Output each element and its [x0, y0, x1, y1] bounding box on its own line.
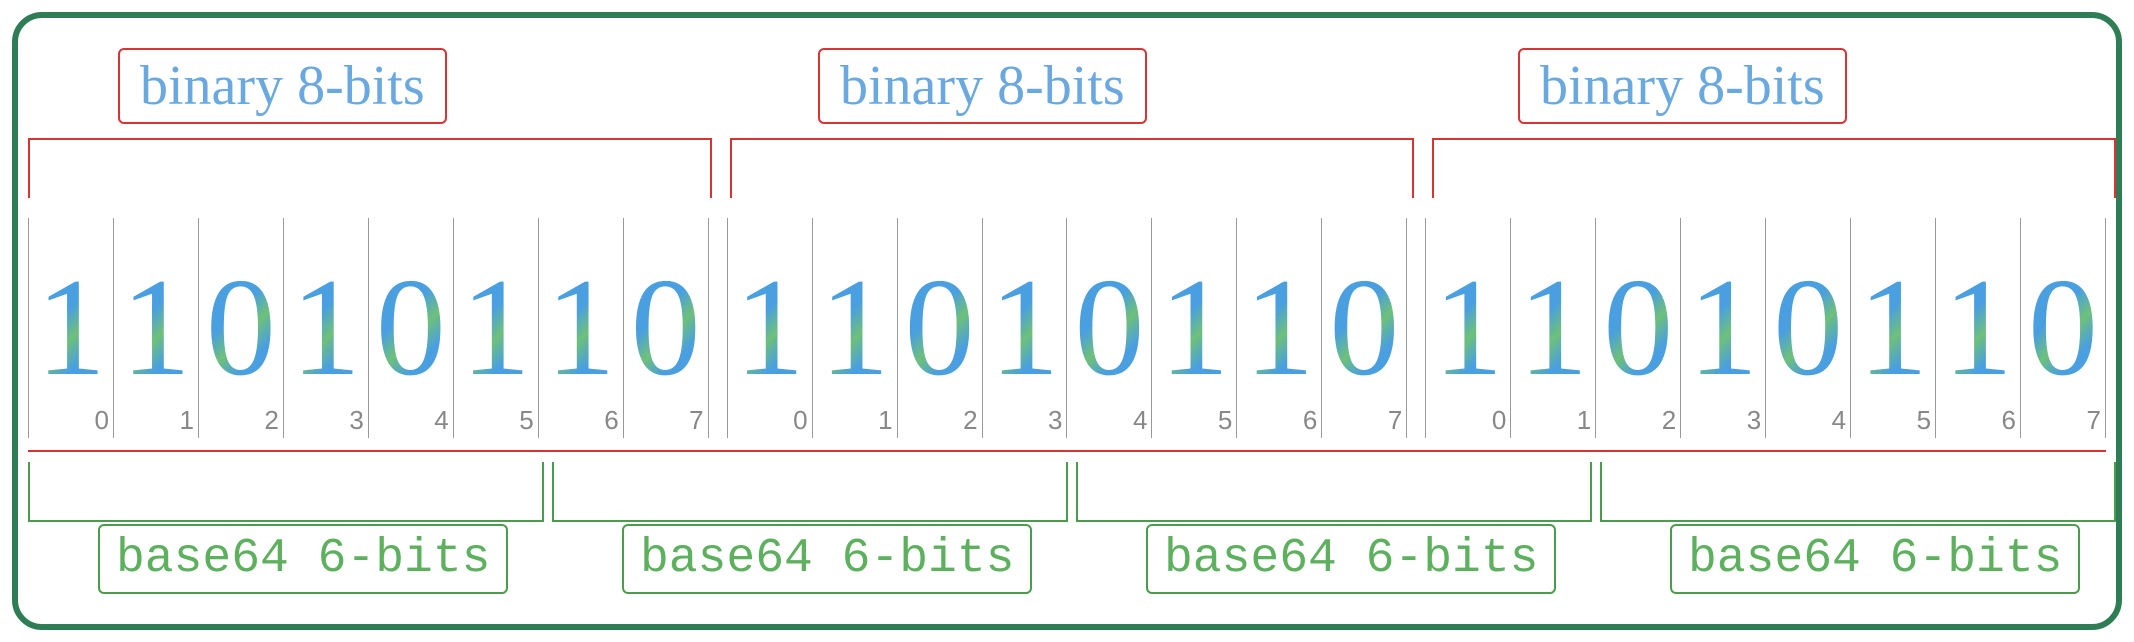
- byte-label-0: binary 8-bits: [118, 48, 447, 124]
- bit-cell: 04: [369, 218, 454, 438]
- byte-bracket-2: [1432, 138, 2116, 198]
- bit-cell: 10: [727, 218, 813, 438]
- byte-label-2: binary 8-bits: [1518, 48, 1847, 124]
- bit-cell: 16: [1936, 218, 2021, 438]
- b64-label-2: base64 6-bits: [1146, 524, 1556, 594]
- bit-digit: 1: [546, 258, 616, 398]
- b64-bracket-2: [1076, 462, 1592, 522]
- bit-digit: 1: [735, 258, 805, 398]
- bit-digit: 1: [1688, 258, 1758, 398]
- bit-cell: 07: [624, 218, 709, 438]
- bit-digit: 1: [990, 258, 1060, 398]
- b64-bracket-0: [28, 462, 544, 522]
- byte-bracket-1: [730, 138, 1414, 198]
- bit-index: 1: [179, 405, 193, 436]
- bit-cell: 16: [1237, 218, 1322, 438]
- bit-digit: 0: [2028, 258, 2098, 398]
- b64-label-3: base64 6-bits: [1670, 524, 2080, 594]
- b64-label-1: base64 6-bits: [622, 524, 1032, 594]
- bit-digit: 0: [376, 258, 446, 398]
- bit-index: 0: [793, 405, 807, 436]
- bit-cell: 15: [1152, 218, 1237, 438]
- bit-index: 5: [1917, 405, 1931, 436]
- bit-digit: 0: [1074, 258, 1144, 398]
- bit-digit: 0: [1603, 258, 1673, 398]
- bit-cell: 13: [983, 218, 1068, 438]
- bit-digit: 1: [121, 258, 191, 398]
- bit-index: 4: [1832, 405, 1846, 436]
- b64-bracket-1: [552, 462, 1068, 522]
- bit-digit: 0: [905, 258, 975, 398]
- bit-cell: 02: [199, 218, 284, 438]
- red-rule: [28, 450, 2106, 452]
- byte-group-1: 10 11 02 13 04 15 16 07: [727, 218, 1408, 438]
- bit-digit: 1: [1159, 258, 1229, 398]
- bit-index: 1: [878, 405, 892, 436]
- bit-index: 6: [604, 405, 618, 436]
- bit-index: 6: [2002, 405, 2016, 436]
- bit-cell: 10: [1425, 218, 1511, 438]
- bit-cell: 15: [1851, 218, 1936, 438]
- bit-index: 3: [1747, 405, 1761, 436]
- bit-row: 10 11 02 13 04 15 16 07 10 11 02 13 04 1…: [28, 218, 2106, 438]
- bit-index: 2: [963, 405, 977, 436]
- bit-index: 4: [1133, 405, 1147, 436]
- bit-cell: 13: [284, 218, 369, 438]
- bit-cell: 04: [1067, 218, 1152, 438]
- bit-index: 7: [2087, 405, 2101, 436]
- bit-digit: 0: [206, 258, 276, 398]
- byte-bracket-0: [28, 138, 712, 198]
- bit-index: 0: [1492, 405, 1506, 436]
- bit-index: 3: [349, 405, 363, 436]
- bit-index: 7: [689, 405, 703, 436]
- bit-index: 4: [434, 405, 448, 436]
- bit-cell: 11: [813, 218, 898, 438]
- bit-index: 2: [264, 405, 278, 436]
- bit-cell: 07: [1322, 218, 1407, 438]
- bit-digit: 1: [1858, 258, 1928, 398]
- byte-label-1: binary 8-bits: [818, 48, 1147, 124]
- bit-digit: 1: [1433, 258, 1503, 398]
- byte-group-2: 10 11 02 13 04 15 16 07: [1425, 218, 2106, 438]
- bit-cell: 11: [114, 218, 199, 438]
- bit-index: 2: [1662, 405, 1676, 436]
- bit-digit: 0: [1773, 258, 1843, 398]
- bit-index: 3: [1048, 405, 1062, 436]
- bit-index: 0: [94, 405, 108, 436]
- bit-cell: 02: [1596, 218, 1681, 438]
- bit-digit: 1: [820, 258, 890, 398]
- bit-digit: 1: [36, 258, 106, 398]
- bit-index: 6: [1303, 405, 1317, 436]
- b64-bracket-3: [1600, 462, 2116, 522]
- bit-digit: 1: [1244, 258, 1314, 398]
- bit-index: 5: [519, 405, 533, 436]
- bit-cell: 16: [539, 218, 624, 438]
- bit-digit: 1: [291, 258, 361, 398]
- bit-digit: 0: [631, 258, 701, 398]
- bit-digit: 1: [461, 258, 531, 398]
- byte-group-0: 10 11 02 13 04 15 16 07: [28, 218, 709, 438]
- bit-cell: 15: [454, 218, 539, 438]
- bit-cell: 11: [1511, 218, 1596, 438]
- diagram-frame: binary 8-bits binary 8-bits binary 8-bit…: [12, 12, 2122, 630]
- bit-digit: 1: [1943, 258, 2013, 398]
- bit-index: 7: [1388, 405, 1402, 436]
- b64-label-0: base64 6-bits: [98, 524, 508, 594]
- bit-index: 5: [1218, 405, 1232, 436]
- bit-cell: 02: [898, 218, 983, 438]
- bit-cell: 13: [1681, 218, 1766, 438]
- bit-digit: 1: [1518, 258, 1588, 398]
- bit-cell: 10: [28, 218, 114, 438]
- bit-index: 1: [1577, 405, 1591, 436]
- bit-cell: 04: [1766, 218, 1851, 438]
- bit-digit: 0: [1329, 258, 1399, 398]
- bit-cell: 07: [2021, 218, 2106, 438]
